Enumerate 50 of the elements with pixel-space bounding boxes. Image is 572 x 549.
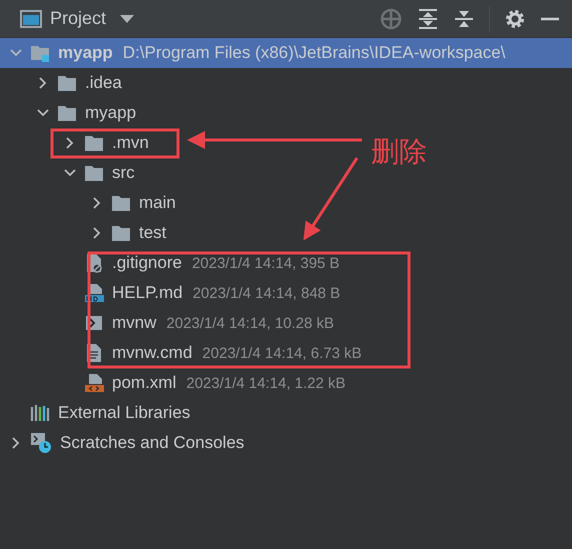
folder-icon — [57, 74, 77, 92]
item-details: 2023/1/4 14:14, 1.22 kB — [186, 374, 346, 392]
tree-item[interactable]: pom.xml 2023/1/4 14:14, 1.22 kB — [0, 368, 352, 398]
markdown-file-icon — [84, 283, 104, 303]
tree-item[interactable]: .gitignore 2023/1/4 14:14, 395 B — [0, 248, 346, 278]
tree-item[interactable]: .mvn — [0, 128, 155, 158]
scratches-icon — [30, 432, 52, 454]
tree-item[interactable]: myapp — [0, 98, 142, 128]
folder-icon — [84, 134, 104, 152]
tree-item[interactable]: External Libraries — [0, 398, 196, 428]
settings-icon[interactable] — [504, 8, 526, 30]
folder-icon — [111, 194, 131, 212]
item-name: mvnw — [112, 313, 156, 333]
item-details: D:\Program Files (x86)\JetBrains\IDEA-workspace\ — [122, 43, 506, 63]
item-name: .mvn — [112, 133, 149, 153]
item-details: 2023/1/4 14:14, 848 B — [192, 284, 340, 302]
item-name: .gitignore — [112, 253, 182, 273]
tree-item[interactable]: mvnw 2023/1/4 14:14, 10.28 kB — [0, 308, 340, 338]
item-name: External Libraries — [58, 403, 190, 423]
folder-icon — [57, 104, 77, 122]
item-name: pom.xml — [112, 373, 176, 393]
item-name: main — [139, 193, 176, 213]
item-name: myapp — [58, 43, 113, 63]
xml-file-icon — [84, 373, 104, 393]
item-details: 2023/1/4 14:14, 6.73 kB — [202, 344, 362, 362]
folder-icon — [84, 164, 104, 182]
item-name: src — [112, 163, 135, 183]
tree-item[interactable]: Scratches and Consoles — [0, 428, 250, 458]
annotation-label: 删除 — [371, 134, 427, 170]
tree-item[interactable]: src — [0, 158, 141, 188]
tree-item[interactable]: HELP.md 2023/1/4 14:14, 848 B — [0, 278, 346, 308]
item-name: test — [139, 223, 166, 243]
item-details: 2023/1/4 14:14, 395 B — [192, 254, 340, 272]
folder-icon — [111, 224, 131, 242]
libraries-icon — [30, 403, 50, 423]
expand-all-icon[interactable] — [417, 8, 439, 30]
tree-item[interactable]: test — [0, 218, 172, 248]
window-icon — [20, 10, 42, 28]
item-name: myapp — [85, 103, 136, 123]
tree-item[interactable]: main — [0, 188, 182, 218]
tree-item[interactable]: .idea — [0, 68, 128, 98]
tree-item[interactable]: mvnw.cmd 2023/1/4 14:14, 6.73 kB — [0, 338, 368, 368]
dropdown-caret-icon[interactable] — [120, 14, 134, 22]
item-name: Scratches and Consoles — [60, 433, 244, 453]
project-folder-icon — [30, 43, 50, 63]
panel-title: Project — [50, 8, 106, 29]
item-name: HELP.md — [112, 283, 183, 303]
item-name: mvnw.cmd — [112, 343, 192, 363]
item-name: .idea — [85, 73, 122, 93]
item-details: 2023/1/4 14:14, 10.28 kB — [166, 314, 334, 332]
